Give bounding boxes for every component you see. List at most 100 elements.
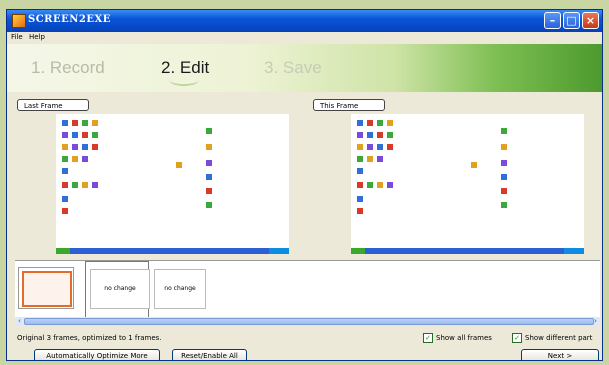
desktop-app-icon bbox=[72, 132, 78, 138]
desktop-app-icon bbox=[92, 120, 98, 126]
step-swoosh-icon bbox=[169, 74, 199, 86]
maximize-icon: □ bbox=[566, 14, 577, 27]
desktop-app-icon bbox=[357, 120, 363, 126]
desktop-app-icon bbox=[357, 196, 363, 202]
desktop-app-icon bbox=[501, 144, 507, 150]
window-title: SCREEN2EXE bbox=[28, 14, 111, 25]
menu-bar: File Help bbox=[7, 32, 602, 44]
show-all-frames-checkbox[interactable]: ✓ Show all frames bbox=[423, 333, 492, 343]
frame-filmstrip: no change no change 1 2 3 ‹ › bbox=[15, 260, 600, 326]
this-frame-preview bbox=[351, 114, 584, 254]
filmstrip-scrollbar[interactable]: ‹ › bbox=[15, 317, 600, 326]
maximize-button[interactable]: □ bbox=[563, 12, 580, 29]
desktop-app-icon bbox=[501, 188, 507, 194]
desktop-app-icon bbox=[62, 182, 68, 188]
desktop-app-icon bbox=[357, 182, 363, 188]
scroll-left-icon[interactable]: ‹ bbox=[15, 317, 24, 326]
desktop-app-icon bbox=[377, 156, 383, 162]
desktop-app-icon bbox=[82, 132, 88, 138]
close-icon: × bbox=[585, 14, 596, 27]
desktop-app-icon bbox=[206, 202, 212, 208]
desktop-app-icon bbox=[367, 156, 373, 162]
desktop-app-icon bbox=[206, 174, 212, 180]
desktop-app-icon bbox=[72, 156, 78, 162]
start-button-icon bbox=[351, 248, 365, 254]
desktop-app-icon bbox=[357, 132, 363, 138]
system-tray-icon bbox=[269, 248, 289, 254]
app-window: SCREEN2EXE – □ × File Help 1. Record 2. … bbox=[6, 9, 603, 361]
desktop-app-icon bbox=[72, 144, 78, 150]
close-button[interactable]: × bbox=[582, 12, 599, 29]
desktop-app-icon bbox=[206, 128, 212, 134]
show-different-part-checkbox[interactable]: ✓ Show different part bbox=[512, 333, 592, 343]
desktop-app-icon bbox=[72, 182, 78, 188]
desktop-app-icon bbox=[377, 144, 383, 150]
frame-thumbnail-3[interactable]: no change bbox=[154, 269, 206, 309]
desktop-app-icon bbox=[387, 120, 393, 126]
desktop-app-icon bbox=[92, 182, 98, 188]
step-record: 1. Record bbox=[31, 58, 105, 77]
wizard-steps: 1. Record 2. Edit 3. Save bbox=[7, 44, 602, 92]
desktop-app-icon bbox=[72, 120, 78, 126]
desktop-app-icon bbox=[501, 128, 507, 134]
desktop-app-icon bbox=[62, 144, 68, 150]
scrollbar-thumb[interactable] bbox=[24, 318, 594, 325]
desktop-app-icon bbox=[206, 144, 212, 150]
menu-help[interactable]: Help bbox=[29, 33, 45, 41]
optimize-button[interactable]: Automatically Optimize More bbox=[34, 349, 160, 360]
desktop-app-icon bbox=[501, 202, 507, 208]
desktop-app-icon bbox=[92, 132, 98, 138]
desktop-app-icon bbox=[62, 168, 68, 174]
desktop-app-icon bbox=[357, 208, 363, 214]
next-button[interactable]: Next > bbox=[521, 349, 599, 360]
desktop-app-icon bbox=[501, 160, 507, 166]
desktop-app-icon bbox=[92, 144, 98, 150]
desktop-app-icon bbox=[367, 120, 373, 126]
reset-enable-button[interactable]: Reset/Enable All bbox=[172, 349, 247, 360]
last-frame-label: Last Frame bbox=[17, 99, 89, 111]
desktop-app-icon bbox=[357, 156, 363, 162]
desktop-app-icon bbox=[377, 120, 383, 126]
desktop-app-icon bbox=[377, 132, 383, 138]
frame-1-image bbox=[22, 271, 72, 307]
desktop-app-icon bbox=[206, 160, 212, 166]
frame-thumbnail-1[interactable] bbox=[18, 267, 74, 309]
desktop-app-icon bbox=[206, 188, 212, 194]
show-all-frames-label: Show all frames bbox=[436, 334, 492, 342]
desktop-taskbar bbox=[351, 248, 584, 254]
desktop-app-icon bbox=[62, 208, 68, 214]
app-icon bbox=[12, 14, 26, 28]
system-tray-icon bbox=[564, 248, 584, 254]
minimize-button[interactable]: – bbox=[544, 12, 561, 29]
desktop-app-icon bbox=[387, 182, 393, 188]
desktop-app-icon bbox=[387, 132, 393, 138]
desktop-app-icon bbox=[357, 144, 363, 150]
title-bar[interactable]: SCREEN2EXE – □ × bbox=[7, 10, 602, 32]
desktop-app-icon bbox=[62, 156, 68, 162]
desktop-app-icon bbox=[501, 174, 507, 180]
desktop-app-icon bbox=[62, 196, 68, 202]
desktop-taskbar bbox=[56, 248, 289, 254]
desktop-app-icon bbox=[82, 120, 88, 126]
scroll-right-icon[interactable]: › bbox=[591, 317, 600, 326]
desktop-app-icon bbox=[82, 144, 88, 150]
checkmark-icon: ✓ bbox=[512, 333, 522, 343]
desktop-app-icon bbox=[176, 162, 182, 168]
desktop-app-icon bbox=[367, 144, 373, 150]
desktop-app-icon bbox=[62, 132, 68, 138]
desktop-app-icon bbox=[82, 182, 88, 188]
this-frame-label: This Frame bbox=[313, 99, 385, 111]
desktop-app-icon bbox=[82, 156, 88, 162]
desktop-app-icon bbox=[377, 182, 383, 188]
step-save: 3. Save bbox=[264, 58, 322, 77]
desktop-app-icon bbox=[367, 182, 373, 188]
minimize-icon: – bbox=[549, 14, 556, 27]
show-different-part-label: Show different part bbox=[525, 334, 593, 342]
desktop-app-icon bbox=[62, 120, 68, 126]
start-button-icon bbox=[56, 248, 70, 254]
menu-file[interactable]: File bbox=[11, 33, 23, 41]
last-frame-preview bbox=[56, 114, 289, 254]
desktop-app-icon bbox=[357, 168, 363, 174]
frame-thumbnail-2[interactable]: no change bbox=[90, 269, 150, 309]
desktop-app-icon bbox=[471, 162, 477, 168]
